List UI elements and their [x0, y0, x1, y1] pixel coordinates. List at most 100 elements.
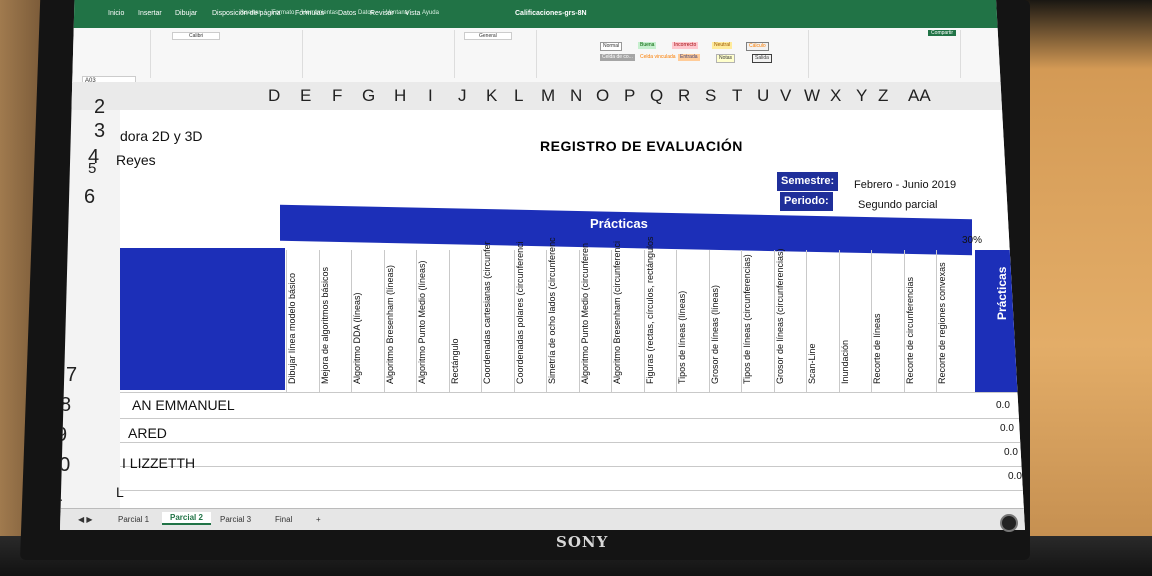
practice-column-header[interactable]: Figuras (rectas, círculos, rectángulos	[643, 236, 677, 392]
column-header[interactable]: N	[570, 86, 582, 106]
column-header[interactable]: O	[596, 86, 609, 106]
column-header[interactable]: X	[830, 86, 841, 106]
worksheet-grid[interactable]: dora 2D y 3D Reyes REGISTRO DE EVALUACIÓ…	[116, 110, 1025, 510]
tab-revisar[interactable]: Revisar	[370, 10, 394, 17]
style-entrada[interactable]: Entrada	[678, 54, 700, 61]
practice-column-header[interactable]: Tipos de líneas (líneas)	[676, 250, 709, 392]
column-header[interactable]: L	[514, 86, 523, 106]
column-header[interactable]: J	[458, 86, 467, 106]
sheet-tab[interactable]: Parcial 3	[220, 515, 251, 524]
share-button[interactable]: Compartir	[928, 30, 956, 36]
style-neutral[interactable]: Neutral	[712, 42, 733, 49]
column-header[interactable]: G	[362, 86, 375, 106]
row-number[interactable]: 8	[60, 394, 71, 417]
practice-column-header[interactable]: Recorte de líneas	[871, 250, 904, 392]
sheet-tab-active[interactable]: Parcial 2	[162, 512, 211, 525]
weight-percent[interactable]: 30%	[962, 235, 982, 246]
row-number[interactable]: 10	[60, 454, 70, 477]
style-incorrecto[interactable]: Incorrecto	[672, 42, 699, 49]
tab-formulas[interactable]: Fórmulas	[295, 10, 324, 17]
student-name-header[interactable]	[120, 248, 285, 390]
student-name[interactable]: ARED	[128, 425, 167, 441]
practice-column-header[interactable]: Coordenadas polares (circunferenci	[513, 241, 547, 392]
course-name[interactable]: dora 2D y 3D	[120, 128, 202, 144]
number-format-select[interactable]: General	[464, 32, 512, 40]
style-salida[interactable]: Salida	[752, 54, 772, 63]
practice-column-header[interactable]: Algoritmo Punto Medio (líneas)	[416, 250, 449, 392]
period-label[interactable]: Periodo:	[780, 192, 833, 211]
column-header[interactable]: D	[268, 86, 280, 106]
student-name[interactable]: AN EMMANUEL	[132, 397, 235, 413]
sheet-tab[interactable]: Final	[275, 515, 292, 524]
practice-column-header[interactable]: Recorte de circunferencias	[903, 250, 937, 392]
practicas-score[interactable]: 0.0	[1000, 423, 1014, 434]
column-header[interactable]: K	[486, 86, 497, 106]
style-normal[interactable]: Normal	[600, 42, 623, 51]
practice-column-header[interactable]: Algoritmo Bresenham (circunferenci	[611, 241, 644, 392]
column-header[interactable]: S	[705, 86, 716, 106]
style-celda-vinculada[interactable]: Celda vinculada	[638, 54, 678, 61]
practice-column-header[interactable]: Simetría de ocho lados (circunferenc	[546, 237, 579, 392]
style-calculo[interactable]: Cálculo	[746, 42, 769, 51]
tab-datos[interactable]: Datos	[338, 10, 356, 17]
row-number[interactable]: 6	[84, 186, 95, 209]
practice-column-header[interactable]: Dibujar línea modelo básico	[286, 250, 319, 392]
column-header[interactable]: V	[780, 86, 791, 106]
column-header[interactable]: T	[732, 86, 742, 106]
student-name[interactable]: I LIZZETTH	[122, 455, 195, 471]
column-header[interactable]: F	[332, 86, 342, 106]
practice-column-header[interactable]: Algoritmo DDA (líneas)	[351, 250, 384, 392]
tab-vista[interactable]: Vista	[405, 10, 420, 17]
font-name-select[interactable]: Calibri	[172, 32, 221, 40]
practice-column-header[interactable]: Grosor de líneas (circunferencias)	[773, 248, 807, 392]
practicas-score[interactable]: 0.0	[1004, 447, 1018, 458]
practice-column-header[interactable]: Scan-Line	[806, 250, 839, 392]
sheet-tab[interactable]: Parcial 1	[118, 515, 149, 524]
column-header[interactable]: AA	[908, 86, 931, 106]
practice-column-header[interactable]: Rectángulo	[448, 250, 482, 392]
column-header[interactable]: E	[300, 86, 311, 106]
practice-column-header[interactable]: Mejora de algoritmos básicos	[318, 250, 352, 392]
quick-item[interactable]: Ayuda	[422, 10, 439, 20]
column-header[interactable]: U	[757, 86, 769, 106]
semester-value[interactable]: Febrero - Junio 2019	[854, 178, 956, 193]
tab-nav-arrows[interactable]: ◀ ▶	[78, 515, 93, 524]
style-notas[interactable]: Notas	[716, 54, 736, 63]
practicas-score[interactable]: 0.0	[1008, 471, 1022, 482]
column-header[interactable]: H	[394, 86, 406, 106]
practice-column-header[interactable]: Recorte de regiones convexas	[936, 250, 969, 392]
row-number[interactable]: 9	[60, 424, 67, 447]
column-header[interactable]: Q	[650, 86, 663, 106]
practicas-header[interactable]: Prácticas	[590, 216, 648, 231]
row-number[interactable]: 7	[66, 364, 77, 387]
period-value[interactable]: Segundo parcial	[858, 198, 938, 213]
practicas-total-header[interactable]: Prácticas	[975, 250, 1025, 392]
column-header[interactable]: R	[678, 86, 690, 106]
teacher-name[interactable]: Reyes	[116, 152, 156, 168]
practice-column-header[interactable]: Grosor de líneas (líneas)	[708, 250, 742, 392]
style-celda-co[interactable]: Celda de co...	[600, 54, 635, 61]
column-header[interactable]: Z	[878, 86, 888, 106]
add-sheet-button[interactable]: +	[316, 515, 321, 524]
semester-label[interactable]: Semestre:	[777, 172, 839, 191]
tab-dibujar[interactable]: Dibujar	[175, 10, 197, 17]
practice-column-header[interactable]: Coordenadas cartesianas (circunfer	[481, 241, 514, 392]
tab-inicio[interactable]: Inicio	[108, 10, 124, 17]
row-number[interactable]: 11	[60, 484, 63, 507]
tab-disposicion[interactable]: Disposición de página	[212, 10, 281, 17]
row-number[interactable]: 3	[94, 120, 105, 143]
student-name[interactable]: L	[116, 484, 124, 500]
row-number[interactable]: 5	[88, 160, 96, 177]
tab-insertar[interactable]: Insertar	[138, 10, 162, 17]
practice-column-header[interactable]: Inundación	[838, 250, 872, 392]
column-header[interactable]: P	[624, 86, 635, 106]
column-header[interactable]: M	[541, 86, 555, 106]
practice-column-header[interactable]: Algoritmo Punto Medio (circunferen	[578, 243, 612, 392]
report-title[interactable]: REGISTRO DE EVALUACIÓN	[540, 138, 743, 154]
row-number[interactable]: 2	[94, 96, 105, 119]
style-buena[interactable]: Buena	[638, 42, 657, 49]
column-header[interactable]: W	[804, 86, 820, 106]
column-header[interactable]: I	[428, 86, 433, 106]
practice-column-header[interactable]: Algoritmo Bresenham (líneas)	[383, 250, 417, 392]
practice-column-header[interactable]: Tipos de líneas (circunferencias)	[741, 250, 774, 392]
